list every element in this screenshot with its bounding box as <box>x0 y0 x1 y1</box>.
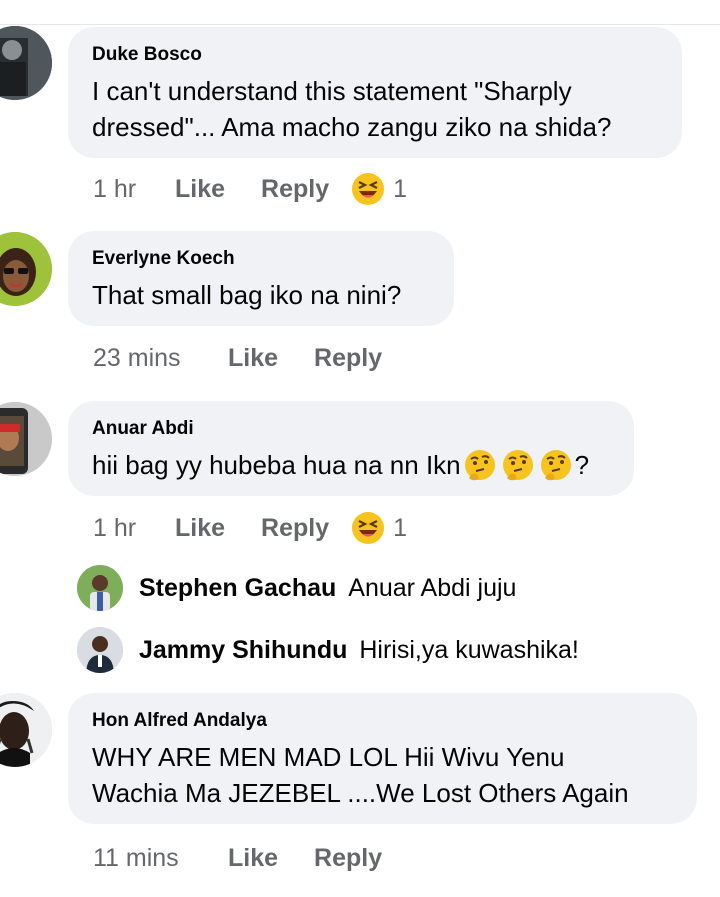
comment-actions: 1 hr Like Reply 1 <box>93 171 407 207</box>
like-button[interactable]: Like <box>228 844 278 873</box>
reply-item: Stephen Gachau Anuar Abdi juju <box>77 565 516 611</box>
avatar[interactable] <box>0 693 52 767</box>
reply-button[interactable]: Reply <box>314 344 382 373</box>
like-button[interactable]: Like <box>228 344 278 373</box>
comment-text: hii bag yy hubeba hua na nn Ikn? <box>92 450 590 481</box>
comment-actions: 23 mins Like Reply <box>93 340 404 376</box>
comment-author[interactable]: Anuar Abdi <box>92 417 610 441</box>
comment-author[interactable]: Everlyne Koech <box>92 247 430 271</box>
top-divider <box>0 24 720 25</box>
reply-item: Jammy Shihundu Hirisi,ya kuwashika! <box>77 627 579 673</box>
comment-timestamp[interactable]: 1 hr <box>93 175 175 204</box>
comment-bubble: Anuar Abdi hii bag yy hubeba hua na nn I… <box>68 401 634 496</box>
comment-timestamp[interactable]: 11 mins <box>93 844 228 873</box>
avatar[interactable] <box>77 627 123 673</box>
comment-bubble: Duke Bosco I can't understand this state… <box>68 27 682 158</box>
comment-bubble: Hon Alfred Andalya WHY ARE MEN MAD LOL H… <box>68 693 697 824</box>
reply-button[interactable]: Reply <box>261 175 329 204</box>
reaction-count: 1 <box>393 174 408 203</box>
avatar[interactable] <box>0 232 52 306</box>
thinking-face-emoji-icon <box>502 450 533 481</box>
comment-author[interactable]: Hon Alfred Andalya <box>92 709 673 733</box>
avatar[interactable] <box>77 565 123 611</box>
comment-timestamp[interactable]: 1 hr <box>93 514 175 543</box>
comment-text: I can't understand this statement "Sharp… <box>92 76 612 142</box>
comment-author[interactable]: Duke Bosco <box>92 43 658 67</box>
reply-author[interactable]: Stephen Gachau <box>139 574 336 603</box>
like-button[interactable]: Like <box>175 175 225 204</box>
avatar[interactable] <box>0 402 52 476</box>
reply-text: Hirisi,ya kuwashika! <box>359 635 579 664</box>
reaction-summary[interactable]: 1 <box>351 511 407 545</box>
reply-button[interactable]: Reply <box>261 514 329 543</box>
reply-text: Anuar Abdi juju <box>348 573 517 602</box>
reply-button[interactable]: Reply <box>314 844 382 873</box>
thinking-face-emoji-icon <box>464 450 495 481</box>
comment-bubble: Everlyne Koech That small bag iko na nin… <box>68 231 454 326</box>
comment-text: That small bag iko na nini? <box>92 280 402 310</box>
laughing-squint-emoji-icon <box>352 173 385 205</box>
comment-timestamp[interactable]: 23 mins <box>93 344 228 373</box>
avatar[interactable] <box>0 26 52 100</box>
thinking-face-emoji-icon <box>540 450 571 481</box>
reaction-count: 1 <box>393 513 408 542</box>
comment-text: WHY ARE MEN MAD LOL Hii Wivu Yenu Wachia… <box>92 742 629 808</box>
like-button[interactable]: Like <box>175 514 225 543</box>
comment-actions: 1 hr Like Reply 1 <box>93 510 407 546</box>
reaction-summary[interactable]: 1 <box>351 172 407 206</box>
laughing-squint-emoji-icon <box>352 512 385 544</box>
reply-author[interactable]: Jammy Shihundu <box>139 636 347 665</box>
comment-actions: 11 mins Like Reply <box>93 840 404 876</box>
